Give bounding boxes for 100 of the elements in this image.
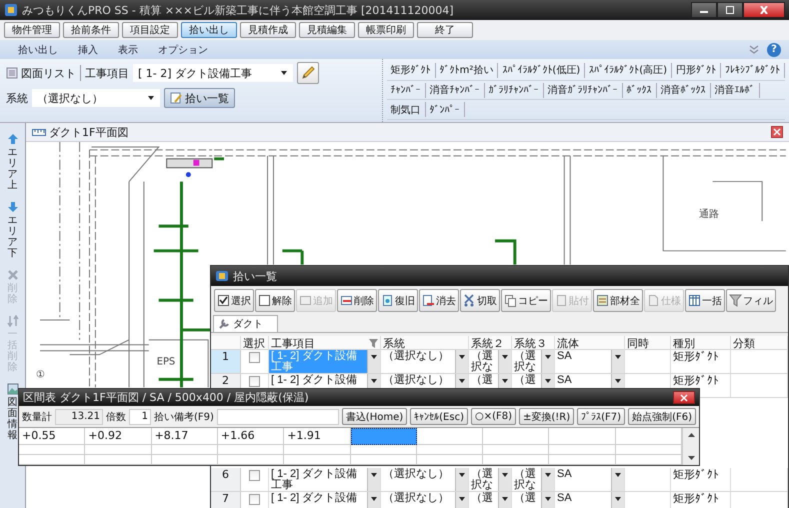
dropdown-cell[interactable]: （選択な: [469, 350, 512, 373]
scrollbar[interactable]: [682, 428, 699, 465]
caret-icon: [501, 495, 509, 503]
row-checkbox[interactable]: [249, 376, 260, 387]
column-header: 選択: [243, 336, 265, 351]
drawing-list-button[interactable]: 図面リスト: [6, 66, 76, 80]
pickup-list-button[interactable]: 拾い一覧: [164, 88, 235, 108]
part-button[interactable]: 円形ﾀﾞｸﾄ: [672, 62, 721, 78]
part-button[interactable]: ﾀﾞﾝﾊﾟｰ: [426, 102, 465, 118]
up-arrow-icon: [6, 133, 18, 145]
caret-icon: [614, 377, 622, 385]
part-button[interactable]: ｽﾊﾟｲﾗﾙﾀﾞｸﾄ(低圧): [498, 62, 586, 78]
edit-button[interactable]: [297, 62, 319, 84]
dialog-button[interactable]: ﾌﾟﾗｽ(F7): [577, 408, 626, 425]
side-tool-button[interactable]: エリア上: [2, 131, 24, 193]
dropdown-cell[interactable]: SA: [555, 492, 625, 508]
toolbar-button[interactable]: 解除: [255, 289, 295, 312]
double-arrow-icon: [6, 315, 18, 327]
dialog-button[interactable]: ○×(F8): [470, 408, 516, 425]
toolbar-button[interactable]: 削除: [337, 289, 377, 312]
close-button[interactable]: [771, 126, 783, 138]
toolbar-button[interactable]: 復旧: [378, 289, 418, 312]
system-dropdown[interactable]: （選択なし）: [32, 89, 160, 107]
row-checkbox[interactable]: [249, 470, 260, 481]
part-button[interactable]: 消音ｴﾙﾎﾞ: [710, 82, 760, 98]
menu-tab[interactable]: 終了: [417, 22, 473, 38]
chevron-down-icon[interactable]: [749, 44, 759, 54]
dropdown-cell[interactable]: （選: [512, 492, 555, 508]
part-button[interactable]: ｶﾞﾗﾘﾁｬﾝﾊﾞｰ: [484, 82, 544, 98]
dropdown-cell[interactable]: SA: [555, 468, 625, 491]
dialog-button[interactable]: ｷｬﾝｾﾙ(Esc): [410, 408, 468, 425]
remark-label: 拾い備考(F9): [154, 410, 214, 424]
toolbar-button[interactable]: 切取: [460, 289, 500, 312]
drawing-tab[interactable]: ダクト1F平面図: [49, 124, 128, 140]
checked-box-icon: [217, 294, 230, 307]
document-icon: [299, 294, 312, 307]
menu-tab[interactable]: 物件管理: [4, 22, 60, 38]
row-checkbox[interactable]: [249, 352, 260, 363]
toolbar-button[interactable]: 部材全: [593, 289, 643, 312]
close-icon: [680, 394, 688, 402]
menu-tab[interactable]: 見積編集: [299, 22, 355, 38]
ribbon-tab[interactable]: オプション: [150, 42, 220, 56]
dropdown-cell[interactable]: [ 1- 2] ダクト設備: [269, 492, 381, 508]
menu-tab[interactable]: 拾い出し: [181, 22, 237, 38]
row-checkbox[interactable]: [249, 494, 260, 505]
toolbar-button[interactable]: 消去: [419, 289, 459, 312]
part-button[interactable]: 消音ｶﾞﾗﾘﾁｬﾝﾊﾞｰ: [544, 82, 623, 98]
part-button[interactable]: 矩形ﾀﾞｸﾄ: [386, 62, 436, 78]
menu-tab[interactable]: 項目設定: [122, 22, 178, 38]
side-tool-button[interactable]: エリア下: [2, 199, 24, 261]
part-button[interactable]: ﾎﾞｯｸｽ: [622, 82, 657, 98]
column-header: 同時: [627, 336, 649, 351]
maximize-button[interactable]: [717, 2, 743, 18]
toolbar-button[interactable]: コピー: [501, 289, 551, 312]
ribbon-tab[interactable]: 挿入: [70, 42, 110, 56]
caret-icon: [501, 471, 509, 479]
part-button[interactable]: 消音ﾎﾞｯｸｽ: [656, 82, 711, 98]
dropdown-cell[interactable]: （選択なし）: [381, 492, 469, 508]
app-icon: [215, 270, 229, 282]
dropdown-cell[interactable]: （選択な: [512, 468, 555, 491]
part-button[interactable]: ｽﾊﾟｲﾗﾙﾀﾞｸﾄ(高圧): [585, 62, 672, 78]
caret-icon: [501, 353, 509, 361]
dropdown-cell[interactable]: （選択な: [469, 468, 512, 491]
caret-icon: [501, 377, 509, 385]
dropdown-cell[interactable]: （選: [469, 492, 512, 508]
pencil-icon: [300, 65, 316, 81]
multiplier-field[interactable]: 1: [129, 408, 151, 424]
empty-cell: [416, 455, 484, 465]
dropdown-cell[interactable]: （選択なし）: [381, 350, 469, 373]
caret-icon: [614, 495, 622, 503]
dropdown-cell[interactable]: SA: [555, 350, 625, 373]
dropdown-cell[interactable]: （選択なし）: [381, 468, 469, 491]
menu-tab[interactable]: 見積作成: [240, 22, 296, 38]
part-button[interactable]: 制気口: [386, 102, 426, 118]
dropdown-cell[interactable]: （選択な: [512, 350, 555, 373]
toolbar-button[interactable]: 選択: [214, 289, 254, 312]
toolbar-button[interactable]: 一括: [685, 289, 725, 312]
dialog-button[interactable]: 始点強制(F6): [628, 408, 696, 425]
menu-tab[interactable]: 拾前条件: [63, 22, 119, 38]
part-button[interactable]: ﾁｬﾝﾊﾞｰ: [386, 82, 426, 98]
close-button[interactable]: [743, 2, 785, 18]
ribbon-tab[interactable]: 拾い出し: [10, 42, 70, 56]
x-mark-icon: [6, 269, 18, 281]
dialog-button[interactable]: 書込(Home): [342, 408, 408, 425]
empty-cell: [19, 445, 86, 455]
construction-item-dropdown[interactable]: [ 1- 2] ダクト設備工事: [133, 64, 293, 82]
dropdown-cell[interactable]: [ 1- 2] ダクト設備工事: [269, 468, 381, 491]
selected-cell[interactable]: [350, 428, 417, 445]
help-button[interactable]: ?: [767, 42, 781, 56]
remark-field[interactable]: [216, 408, 339, 424]
part-button[interactable]: 消音ﾁｬﾝﾊﾞｰ: [426, 82, 485, 98]
minimize-button[interactable]: [691, 2, 717, 18]
close-button[interactable]: [673, 391, 695, 404]
menu-tab[interactable]: 帳票印刷: [358, 22, 414, 38]
ribbon-tab[interactable]: 表示: [110, 42, 150, 56]
part-button[interactable]: ﾌﾚｷｼﾌﾞﾙﾀﾞｸﾄ: [721, 62, 785, 78]
grid-tab[interactable]: ダクト: [213, 315, 278, 332]
dialog-button[interactable]: ±変換(!R): [519, 408, 574, 425]
part-button[interactable]: ﾀﾞｸﾄm²拾い: [436, 62, 498, 78]
toolbar-button[interactable]: フィル: [726, 289, 776, 312]
